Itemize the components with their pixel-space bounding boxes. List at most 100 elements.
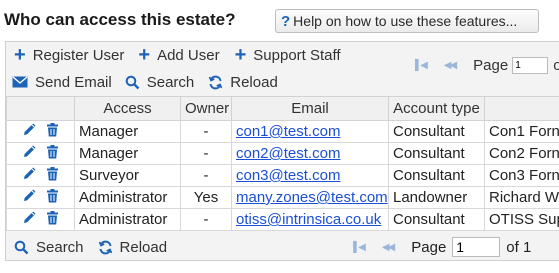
envelope-icon (12, 76, 28, 88)
row-actions (6, 208, 75, 231)
support-staff-button[interactable]: + Support Staff (235, 45, 341, 65)
table-row: Manager - con2@test.com Consultant Con2 … (6, 142, 559, 165)
help-icon: ? (281, 12, 291, 30)
first-page-icon[interactable]: ▌◀ (415, 60, 428, 71)
table-row: Administrator Yes many.zones@test.com La… (6, 186, 559, 209)
search-icon (125, 75, 140, 90)
cell-name: Richard Wa (484, 186, 559, 209)
bottom-search-button[interactable]: Search (14, 239, 84, 256)
bottom-reload-label: Reload (119, 238, 168, 256)
prev-page-icon[interactable]: ◀◀ (444, 60, 457, 71)
users-table: Access Owner Email Account type Manager … (6, 96, 559, 231)
cell-access: Manager (74, 142, 181, 165)
cell-name: Con1 Forname (484, 120, 559, 143)
search-button[interactable]: Search (125, 73, 195, 91)
cell-email: con2@test.com (231, 142, 389, 165)
plus-icon: + (138, 44, 151, 66)
prev-page-icon[interactable]: ◀◀ (382, 242, 395, 253)
help-button[interactable]: ? Help on how to use these features... (275, 9, 539, 33)
bottom-of-label: of 1 (506, 238, 532, 256)
cell-owner: - (180, 142, 232, 165)
reload-icon (98, 240, 113, 255)
toolbar-row-2: Send Email Search Reload (12, 70, 278, 94)
trash-icon[interactable] (46, 166, 59, 185)
bottom-toolbar: Search Reload ▌◀ ◀◀ Page of 1 (6, 233, 559, 261)
bottom-page-label: Page (411, 238, 447, 256)
pencil-icon[interactable] (22, 167, 36, 185)
pencil-icon[interactable] (22, 189, 36, 207)
email-link[interactable]: otiss@intrinsica.co.uk (236, 211, 381, 228)
email-link[interactable]: many.zones@test.com (236, 189, 388, 206)
cell-email: many.zones@test.com (231, 186, 389, 209)
cell-email: otiss@intrinsica.co.uk (231, 208, 389, 231)
cell-account-type: Consultant (388, 164, 485, 187)
reload-icon (208, 75, 223, 90)
table-header: Access Owner Email Account type (6, 96, 559, 121)
register-user-button[interactable]: + Register User (14, 45, 124, 65)
row-actions (6, 164, 75, 187)
column-header-actions (6, 96, 75, 121)
cell-account-type: Consultant (388, 120, 485, 143)
cell-account-type: Consultant (388, 142, 485, 165)
page-title: Who can access this estate? (4, 10, 236, 29)
users-panel: + Register User + Add User + Support Sta… (5, 41, 559, 261)
plus-icon: + (14, 44, 26, 66)
cell-access: Administrator (74, 208, 181, 231)
trash-icon[interactable] (46, 210, 59, 229)
pencil-icon[interactable] (22, 123, 36, 141)
cell-name: Con2 Forname (484, 142, 559, 165)
plus-icon: + (234, 44, 247, 66)
table-row: Administrator - otiss@intrinsica.co.uk C… (6, 208, 559, 231)
cell-access: Manager (74, 120, 181, 143)
reload-label: Reload (230, 73, 278, 91)
toolbar-row-1: + Register User + Add User + Support Sta… (14, 43, 341, 67)
bottom-page-input[interactable] (452, 237, 501, 257)
send-email-label: Send Email (35, 73, 112, 91)
first-page-icon[interactable]: ▌◀ (353, 242, 366, 253)
email-link[interactable]: con2@test.com (236, 145, 340, 162)
email-link[interactable]: con1@test.com (236, 123, 340, 140)
support-staff-label: Support Staff (253, 46, 341, 64)
email-link[interactable]: con3@test.com (236, 167, 340, 184)
cell-email: con1@test.com (231, 120, 389, 143)
bottom-reload-button[interactable]: Reload (98, 238, 168, 256)
cell-name: OTISS Sup (484, 208, 559, 231)
search-label: Search (146, 73, 195, 91)
pencil-icon[interactable] (22, 211, 36, 229)
cell-owner: - (180, 164, 232, 187)
page-label: Page (473, 57, 509, 74)
table-row: Manager - con1@test.com Consultant Con1 … (6, 120, 559, 143)
pager-top: ▌◀ ◀◀ Page of (415, 57, 559, 74)
row-actions (6, 120, 75, 143)
cell-name: Con3 Forname (484, 164, 559, 187)
table-row: Surveyor - con3@test.com Consultant Con3… (6, 164, 559, 187)
cell-account-type: Landowner (388, 186, 485, 209)
column-header-access[interactable]: Access (74, 96, 181, 121)
column-header-account-type[interactable]: Account type (388, 96, 485, 121)
reload-button[interactable]: Reload (208, 74, 278, 91)
help-button-label: Help on how to use these features... (293, 13, 518, 29)
cell-account-type: Consultant (388, 208, 485, 231)
cell-owner: - (180, 208, 232, 231)
trash-icon[interactable] (46, 188, 59, 207)
send-email-button[interactable]: Send Email (12, 74, 112, 91)
trash-icon[interactable] (46, 122, 59, 141)
row-actions (6, 186, 75, 209)
column-header-name[interactable] (484, 96, 559, 121)
bottom-search-label: Search (36, 238, 84, 256)
column-header-email[interactable]: Email (231, 96, 389, 121)
add-user-label: Add User (157, 46, 220, 64)
add-user-button[interactable]: + Add User (138, 45, 219, 65)
cell-access: Administrator (74, 186, 181, 209)
trash-icon[interactable] (46, 144, 59, 163)
cell-owner: - (180, 120, 232, 143)
page-input[interactable] (512, 57, 549, 74)
cell-owner: Yes (180, 186, 232, 209)
register-user-label: Register User (32, 46, 125, 64)
search-icon (14, 240, 29, 255)
column-header-owner[interactable]: Owner (180, 96, 232, 121)
cell-access: Surveyor (74, 164, 181, 187)
pencil-icon[interactable] (22, 145, 36, 163)
cell-email: con3@test.com (231, 164, 389, 187)
of-label: of (553, 57, 559, 74)
